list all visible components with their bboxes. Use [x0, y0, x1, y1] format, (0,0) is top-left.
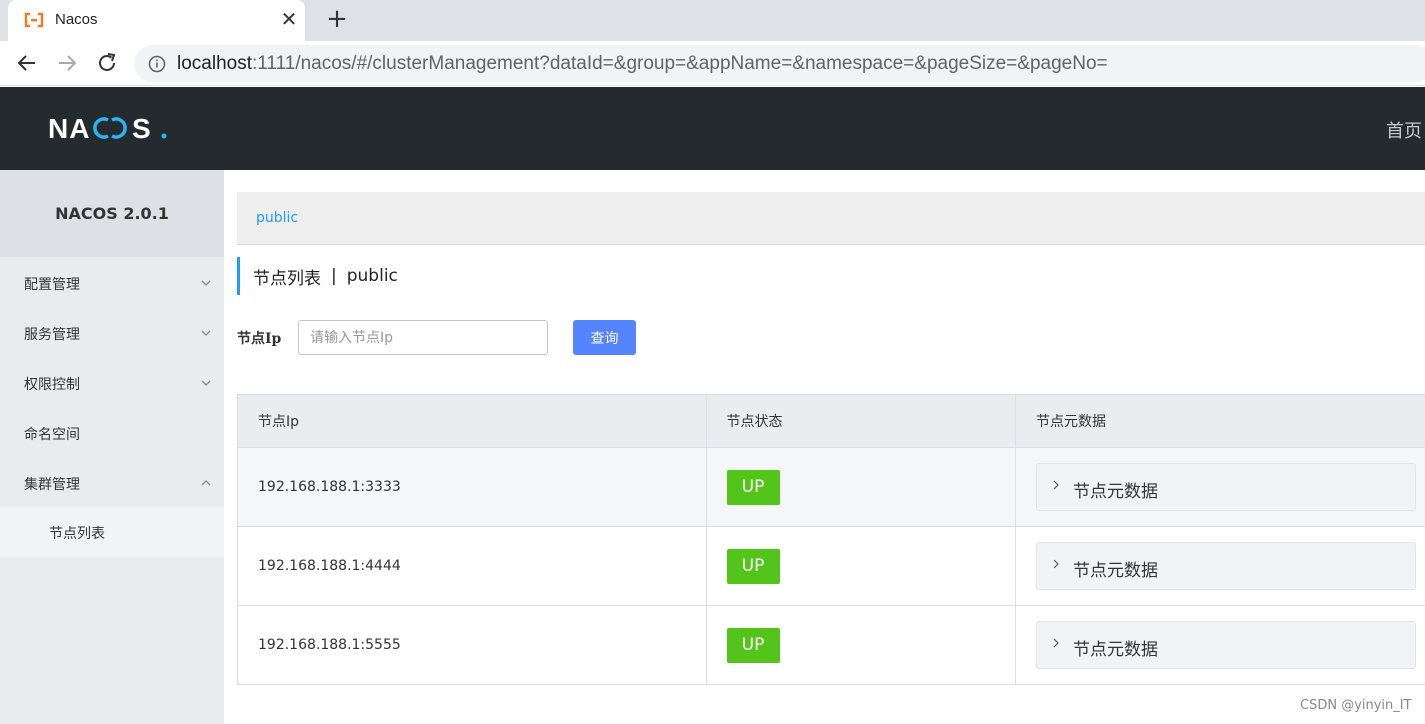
column-header-node-ip: 节点Ip [237, 394, 707, 448]
info-icon[interactable] [148, 55, 166, 73]
sidebar-item-label: 命名空间 [24, 427, 80, 443]
node-status-cell: UP [705, 526, 1016, 606]
new-tab-icon[interactable]: + [324, 6, 350, 32]
chevron-right-icon [1053, 559, 1059, 569]
sidebar-item-label: 配置管理 [24, 277, 80, 293]
node-ip-input[interactable] [298, 320, 548, 355]
close-tab-icon[interactable]: ✕ [278, 8, 300, 30]
version-label: NACOS 2.0.1 [0, 170, 224, 257]
page-title-namespace: public [346, 266, 398, 286]
column-header-node-status: 节点状态 [705, 394, 1016, 448]
app-header: NA S 首页 [0, 87, 1425, 170]
page-title-text: 节点列表 [253, 268, 321, 289]
url-text: localhost:1111/nacos/#/clusterManagement… [177, 53, 1108, 74]
node-table: 节点Ip 节点状态 节点元数据 192.168.188.1:3333 UP 节点… [237, 394, 1425, 685]
chevron-down-icon [201, 330, 211, 336]
node-ip-cell: 192.168.188.1:4444 [237, 526, 707, 606]
sidebar-subitem-label: 节点列表 [49, 526, 105, 542]
status-badge: UP [726, 627, 780, 663]
namespace-link[interactable]: public [256, 210, 298, 226]
nacos-logo[interactable]: NA S [48, 113, 170, 143]
sidebar-item-service[interactable]: 服务管理 [0, 309, 224, 359]
metadata-collapse-label: 节点元数据 [1073, 640, 1158, 660]
node-ip-label: 节点Ip [237, 331, 282, 347]
metadata-collapse[interactable]: 节点元数据 [1036, 542, 1416, 590]
reload-icon[interactable] [95, 51, 119, 75]
table-row: 192.168.188.1:5555 UP 节点元数据 [237, 605, 1425, 685]
metadata-collapse-label: 节点元数据 [1073, 482, 1158, 502]
sidebar-item-namespace[interactable]: 命名空间 [0, 409, 224, 459]
sidebar-item-cluster[interactable]: 集群管理 [0, 459, 224, 509]
watermark-text: CSDN @yinyin_IT [1300, 698, 1412, 713]
metadata-collapse[interactable]: 节点元数据 [1036, 463, 1416, 511]
forward-icon[interactable] [55, 51, 79, 75]
node-status-cell: UP [705, 447, 1016, 527]
query-button[interactable]: 查询 [573, 320, 636, 355]
chevron-down-icon [201, 380, 211, 386]
namespace-bar: public [237, 192, 1425, 245]
browser-tab-bar: Nacos ✕ + [0, 0, 1425, 41]
sidebar-subitem-node-list[interactable]: 节点列表 [0, 507, 224, 557]
node-ip-cell: 192.168.188.1:5555 [237, 605, 707, 685]
sidebar-item-label: 服务管理 [24, 327, 80, 343]
metadata-collapse-label: 节点元数据 [1073, 561, 1158, 581]
page-title-separator: | [331, 266, 337, 286]
home-link[interactable]: 首页 [1386, 117, 1422, 143]
status-badge: UP [726, 548, 780, 584]
main-content: public 节点列表 | public 节点Ip 查询 节点Ip 节点状态 节… [224, 170, 1425, 724]
browser-toolbar: localhost:1111/nacos/#/clusterManagement… [0, 41, 1425, 86]
column-header-node-metadata: 节点元数据 [1015, 394, 1425, 448]
chevron-up-icon [201, 480, 211, 486]
sidebar: NACOS 2.0.1 配置管理 服务管理 权限控制 命名空间 集群管理 节点列… [0, 170, 224, 724]
node-metadata-cell: 节点元数据 [1015, 526, 1425, 606]
table-header-row: 节点Ip 节点状态 节点元数据 [237, 394, 1425, 448]
node-metadata-cell: 节点元数据 [1015, 447, 1425, 527]
page-title: 节点列表 | public [237, 257, 398, 295]
node-status-cell: UP [705, 605, 1016, 685]
sidebar-item-label: 权限控制 [24, 377, 80, 393]
table-row: 192.168.188.1:4444 UP 节点元数据 [237, 526, 1425, 606]
sidebar-item-auth[interactable]: 权限控制 [0, 359, 224, 409]
chevron-right-icon [1053, 638, 1059, 648]
node-metadata-cell: 节点元数据 [1015, 605, 1425, 685]
sidebar-item-label: 集群管理 [24, 477, 80, 493]
address-bar[interactable]: localhost:1111/nacos/#/clusterManagement… [134, 45, 1425, 82]
back-icon[interactable] [15, 51, 39, 75]
nacos-favicon-icon [24, 12, 44, 28]
table-row: 192.168.188.1:3333 UP 节点元数据 [237, 447, 1425, 527]
status-badge: UP [726, 469, 780, 505]
svg-text:S: S [132, 113, 151, 143]
node-ip-cell: 192.168.188.1:3333 [237, 447, 707, 527]
chevron-down-icon [201, 280, 211, 286]
browser-tab[interactable]: Nacos ✕ [8, 0, 305, 41]
svg-text:NA: NA [48, 113, 90, 143]
metadata-collapse[interactable]: 节点元数据 [1036, 621, 1416, 669]
chevron-right-icon [1053, 480, 1059, 490]
sidebar-item-config[interactable]: 配置管理 [0, 259, 224, 309]
tab-title: Nacos [55, 11, 98, 28]
